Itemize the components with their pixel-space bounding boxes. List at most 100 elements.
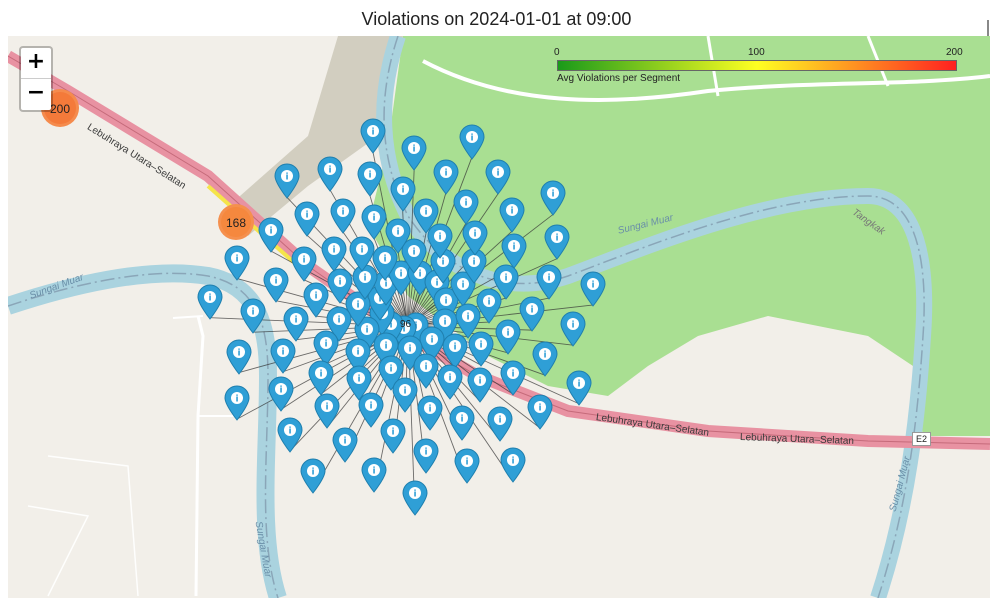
info-marker-icon[interactable]: i (413, 438, 439, 474)
legend-gradient-bar (557, 60, 957, 71)
info-marker-icon[interactable]: i (349, 236, 375, 272)
info-marker-icon[interactable]: i (493, 264, 519, 301)
info-marker-icon[interactable]: i (532, 341, 558, 377)
info-marker-icon[interactable]: i (540, 180, 566, 216)
info-marker-icon[interactable]: i (467, 367, 493, 404)
info-marker-icon[interactable]: i (270, 338, 296, 374)
info-marker-icon[interactable]: i (385, 218, 411, 255)
svg-text:i: i (397, 228, 400, 238)
info-marker-icon[interactable]: i (499, 197, 525, 233)
svg-text:i: i (413, 490, 416, 500)
legend-tick-100: 100 (748, 47, 765, 58)
svg-text:i: i (431, 336, 434, 346)
info-marker-icon[interactable]: i (417, 395, 443, 431)
svg-text:i: i (385, 341, 388, 351)
info-marker-icon[interactable]: i (263, 267, 289, 303)
info-marker-icon[interactable]: i (519, 296, 545, 332)
svg-text:i: i (413, 144, 416, 154)
info-marker-icon[interactable]: i (560, 311, 586, 347)
svg-text:i: i (428, 404, 431, 414)
info-marker-icon[interactable]: i (327, 268, 353, 305)
info-marker-icon[interactable]: i (258, 217, 284, 253)
info-marker-icon[interactable]: i (500, 447, 526, 484)
svg-text:i: i (373, 467, 376, 477)
info-marker-icon[interactable]: i (273, 163, 300, 199)
info-marker-icon[interactable]: i (392, 377, 418, 413)
info-marker-icon[interactable]: i (527, 394, 553, 430)
zoom-in-button[interactable]: + (21, 48, 51, 78)
svg-text:i: i (338, 316, 341, 326)
cluster-marker-168[interactable]: 168 (218, 204, 254, 240)
info-marker-icon[interactable]: i (454, 448, 480, 485)
info-marker-icon[interactable]: i (291, 246, 317, 282)
svg-text:i: i (311, 467, 314, 477)
svg-text:i: i (401, 186, 404, 196)
info-marker-icon[interactable]: i (485, 159, 511, 196)
info-marker-icon[interactable]: i (240, 298, 266, 334)
info-marker-icon[interactable]: i (495, 319, 521, 355)
info-marker-icon[interactable]: i (226, 339, 252, 375)
svg-text:i: i (329, 166, 332, 176)
info-marker-icon[interactable]: i (330, 198, 356, 234)
svg-text:i: i (466, 312, 469, 322)
info-marker-icon[interactable]: i (401, 135, 427, 171)
zoom-control: + − (19, 46, 53, 112)
svg-text:i: i (392, 427, 395, 437)
info-marker-icon[interactable]: i (413, 198, 439, 234)
info-marker-icon[interactable]: i (321, 236, 347, 272)
info-marker-icon[interactable]: i (580, 271, 606, 307)
info-marker-icon[interactable]: i (300, 458, 326, 494)
info-marker-icon[interactable]: i (224, 245, 250, 281)
info-marker-icon[interactable]: i (501, 233, 527, 269)
svg-text:i: i (577, 379, 580, 389)
svg-text:i: i (556, 234, 559, 244)
svg-text:i: i (368, 171, 371, 181)
info-marker-icon[interactable]: i (277, 417, 303, 453)
info-marker-icon[interactable]: i (197, 284, 223, 320)
info-marker-icon[interactable]: i (308, 360, 334, 396)
svg-text:i: i (460, 415, 463, 425)
info-marker-icon[interactable]: i (357, 161, 383, 198)
info-marker-icon[interactable]: i (294, 201, 320, 238)
info-marker-icon[interactable]: i (459, 124, 485, 160)
info-marker-icon[interactable]: i (361, 204, 387, 240)
info-marker-icon[interactable]: i (402, 480, 428, 517)
info-marker-icon[interactable]: i (468, 331, 494, 367)
legend-caption: Avg Violations per Segment (557, 73, 681, 84)
info-marker-icon[interactable]: i (317, 156, 343, 193)
map-canvas[interactable]: Lebuhraya Utara–Selatan Lebuhraya Utara–… (8, 36, 990, 598)
info-marker-icon[interactable]: i (536, 264, 562, 300)
info-marker-icon[interactable]: i (314, 393, 340, 430)
svg-text:i: i (269, 226, 272, 236)
svg-text:i: i (325, 339, 328, 349)
svg-text:i: i (472, 258, 475, 268)
info-marker-icon[interactable]: i (224, 385, 250, 422)
svg-text:i: i (445, 296, 448, 306)
info-marker-icon[interactable]: i (332, 427, 358, 463)
svg-text:i: i (548, 274, 551, 284)
info-marker-icon[interactable]: i (390, 176, 416, 213)
svg-text:i: i (511, 207, 514, 217)
info-marker-icon[interactable]: i (462, 220, 488, 256)
zoom-out-button[interactable]: − (21, 78, 51, 109)
info-marker-icon[interactable]: i (361, 457, 387, 493)
svg-text:i: i (544, 351, 547, 361)
svg-text:i: i (363, 274, 366, 284)
info-marker-icon[interactable]: i (360, 118, 386, 154)
info-marker-icon[interactable]: i (449, 405, 475, 441)
info-marker-icon[interactable]: i (380, 418, 406, 454)
info-marker-icon[interactable]: i (283, 306, 309, 342)
svg-text:i: i (326, 403, 329, 413)
svg-text:i: i (274, 276, 277, 286)
info-marker-icon[interactable]: i (566, 370, 592, 406)
info-marker-icon[interactable]: i (487, 406, 513, 442)
svg-text:i: i (409, 345, 412, 355)
info-marker-icon[interactable]: i (500, 360, 526, 396)
svg-text:i: i (236, 254, 239, 264)
info-marker-icon[interactable]: i (544, 224, 570, 261)
svg-text:i: i (465, 458, 468, 468)
info-marker-icon[interactable]: i (268, 376, 294, 412)
svg-text:i: i (538, 404, 541, 414)
svg-text:i: i (592, 280, 595, 290)
info-marker-icon[interactable]: i (433, 159, 459, 196)
